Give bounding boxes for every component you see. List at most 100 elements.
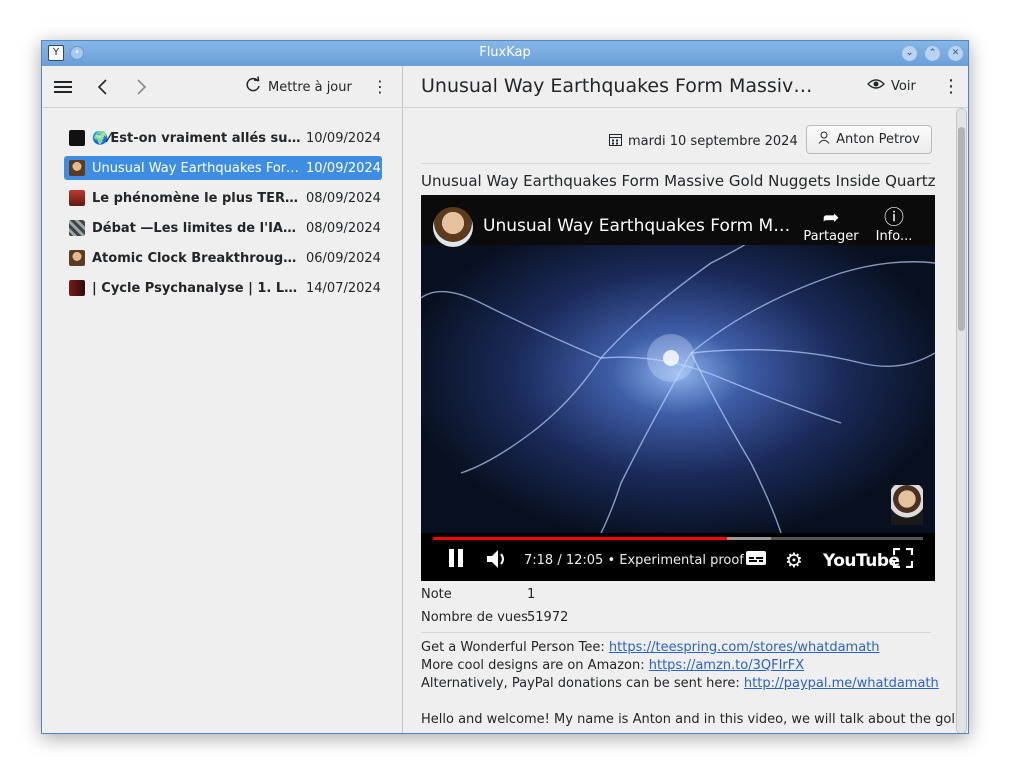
author-button[interactable]: Anton Petrov <box>806 125 932 154</box>
desc-line: Get a Wonderful Person Tee: https://tees… <box>421 639 941 657</box>
feed-item-title: Unusual Way Earthquakes Form... <box>92 160 302 176</box>
views-value: 51972 <box>527 610 569 625</box>
forward-arrow-icon[interactable] <box>130 76 152 98</box>
feed-item-thumbnail <box>69 130 85 146</box>
video-time-display: 7:18 / 12:05 • Experimental proof <box>524 553 744 568</box>
desc-spacer <box>421 693 941 711</box>
share-icon: ➦ <box>822 205 840 229</box>
desc-text: Get a Wonderful Person Tee: <box>421 640 609 655</box>
desc-link-amazon[interactable]: https://amzn.to/3QFIrFX <box>649 658 804 673</box>
video-frame <box>421 243 935 533</box>
calendar-icon <box>609 133 622 150</box>
chapter-separator: • <box>607 553 620 568</box>
refresh-icon <box>244 76 262 98</box>
feed-item-thumbnail <box>69 280 85 296</box>
eye-icon <box>867 77 885 95</box>
update-button[interactable]: Mettre à jour <box>244 76 352 98</box>
video-time: 7:18 / 12:05 <box>524 553 604 568</box>
feed-list: 🌍⁄Est-on vraiment allés sur la ... 10/09… <box>64 123 382 303</box>
divider <box>421 632 931 633</box>
feed-item-selected[interactable]: Unusual Way Earthquakes Form... 10/09/20… <box>64 156 382 180</box>
progress-played <box>433 537 727 540</box>
close-button[interactable]: ✕ <box>948 46 963 61</box>
video-progress-bar[interactable] <box>433 537 923 540</box>
feed-item[interactable]: Débat —Les limites de l'IA— E... 08/09/2… <box>64 213 382 243</box>
hamburger-menu-icon[interactable] <box>52 76 74 98</box>
kebab-menu-icon[interactable]: ⋮ <box>372 76 388 98</box>
article-pane: Unusual Way Earthquakes Form Massive Gol… <box>404 66 968 733</box>
feed-toolbar: Mettre à jour ⋮ <box>42 66 402 108</box>
feed-item[interactable]: 🌍⁄Est-on vraiment allés sur la ... 10/09… <box>64 123 382 153</box>
feed-item-date: 10/09/2024 <box>306 130 381 146</box>
share-label: Partager <box>803 229 859 244</box>
article-description: Get a Wonderful Person Tee: https://tees… <box>421 639 954 729</box>
feed-item[interactable]: Le phénomène le plus TERRIFI... 08/09/20… <box>64 183 382 213</box>
views-row: Nombre de vues 51972 <box>421 610 568 625</box>
pause-icon[interactable] <box>447 548 465 573</box>
minimize-button[interactable]: ⌄ <box>902 46 917 61</box>
feed-item-title: 🌍⁄Est-on vraiment allés sur la ... <box>92 130 302 146</box>
subtitles-icon[interactable] <box>745 548 767 572</box>
article-content[interactable]: mardi 10 septembre 2024 Anton Petrov Unu… <box>404 108 954 733</box>
feed-item-date: 14/07/2024 <box>306 280 381 296</box>
video-title[interactable]: Unusual Way Earthquakes Form Mas... <box>483 216 793 236</box>
feed-item[interactable]: | Cycle Psychanalyse | 1. Le Fo... 14/07… <box>64 273 382 303</box>
feed-item-title: Débat —Les limites de l'IA— E... <box>92 220 302 236</box>
info-label: Info... <box>875 229 913 244</box>
video-chapter[interactable]: Experimental proof <box>619 553 744 568</box>
views-label: Nombre de vues <box>421 610 528 625</box>
channel-avatar[interactable] <box>433 207 473 247</box>
feed-item-title: | Cycle Psychanalyse | 1. Le Fo... <box>92 280 302 296</box>
feed-item-thumbnail <box>69 220 85 236</box>
feed-item-date: 08/09/2024 <box>306 220 381 236</box>
share-button[interactable]: ➦ Partager <box>801 205 861 244</box>
feed-item-date: 10/09/2024 <box>306 160 381 176</box>
article-header-title: Unusual Way Earthquakes Form Massive Gol… <box>421 75 821 97</box>
scrollbar-thumb[interactable] <box>958 127 965 331</box>
watermark-avatar <box>891 485 923 525</box>
view-button-label: Voir <box>891 78 916 94</box>
info-button[interactable]: ⓘ Info... <box>869 205 919 244</box>
feed-item[interactable]: Atomic Clock Breakthrough C... 06/09/202… <box>64 243 382 273</box>
view-button[interactable]: Voir <box>867 77 916 95</box>
desc-link-paypal[interactable]: http://paypal.me/whatdamath <box>744 676 939 691</box>
feed-item-thumbnail <box>69 190 85 206</box>
article-kebab-menu-icon[interactable]: ⋮ <box>942 76 960 97</box>
volume-icon[interactable] <box>485 548 509 575</box>
desc-text: More cool designs are on Amazon: <box>421 658 649 673</box>
rating-row: Note 1 <box>421 587 535 602</box>
desc-line: Alternatively, PayPal donations can be s… <box>421 675 941 693</box>
feed-item-date: 08/09/2024 <box>306 190 381 206</box>
article-scrollbar[interactable] <box>956 108 967 733</box>
settings-gear-icon[interactable]: ⚙ <box>785 548 803 572</box>
feed-item-title: Atomic Clock Breakthrough C... <box>92 250 302 266</box>
fullscreen-icon[interactable] <box>892 547 914 573</box>
title-bar[interactable]: Y • FluxKap ⌄ ⌃ ✕ <box>42 41 968 66</box>
info-icon: ⓘ <box>884 205 904 229</box>
rating-label: Note <box>421 587 452 602</box>
update-button-label: Mettre à jour <box>268 79 352 95</box>
video-controls: 7:18 / 12:05 • Experimental proof ⚙ YouT… <box>421 543 935 581</box>
desc-line: More cool designs are on Amazon: https:/… <box>421 657 941 675</box>
video-player[interactable]: Unusual Way Earthquakes Form Mas... ➦ Pa… <box>421 195 935 581</box>
feed-item-thumbnail <box>69 250 85 266</box>
maximize-button[interactable]: ⌃ <box>925 46 940 61</box>
article-date: mardi 10 septembre 2024 <box>609 133 798 150</box>
app-window: Y • FluxKap ⌄ ⌃ ✕ Mettre à jour ⋮ 🌍⁄Est-… <box>41 40 969 734</box>
desc-text: Alternatively, PayPal donations can be s… <box>421 676 744 691</box>
desc-line: Hello and welcome! My name is Anton and … <box>421 712 954 727</box>
divider <box>421 163 931 164</box>
author-name: Anton Petrov <box>836 132 920 147</box>
feed-item-thumbnail <box>69 160 85 176</box>
progress-loaded <box>727 537 772 540</box>
article-date-text: mardi 10 septembre 2024 <box>628 134 798 149</box>
user-icon <box>818 131 830 148</box>
youtube-logo[interactable]: YouTube <box>823 551 900 571</box>
desc-link-teespring[interactable]: https://teespring.com/stores/whatdamath <box>609 640 880 655</box>
back-arrow-icon[interactable] <box>92 76 114 98</box>
feed-item-title: Le phénomène le plus TERRIFI... <box>92 190 302 206</box>
feed-item-date: 06/09/2024 <box>306 250 381 266</box>
window-title: FluxKap <box>479 45 531 60</box>
article-toolbar: Unusual Way Earthquakes Form Massive Gol… <box>404 66 968 108</box>
feed-pane: Mettre à jour ⋮ 🌍⁄Est-on vraiment allés … <box>42 66 403 733</box>
